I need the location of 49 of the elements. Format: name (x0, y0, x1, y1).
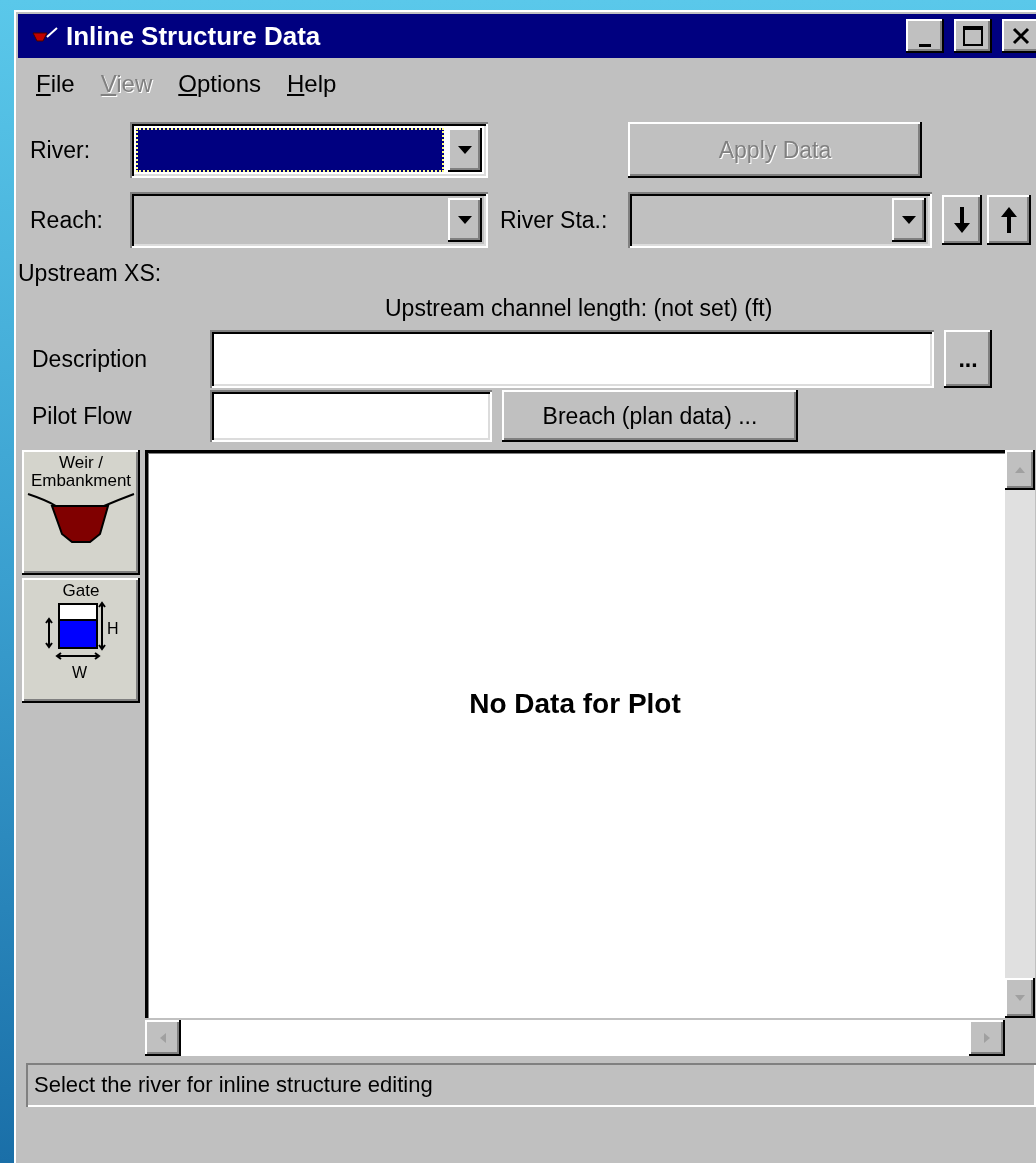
maximize-button[interactable] (954, 19, 992, 53)
scroll-left-button[interactable] (145, 1020, 181, 1056)
move-up-button[interactable] (987, 195, 1031, 245)
menu-item[interactable]: File (36, 70, 75, 108)
close-button[interactable] (1002, 19, 1036, 53)
height-label: H (107, 620, 119, 637)
window-title: Inline Structure Data (66, 20, 322, 52)
gate-icon (45, 601, 106, 660)
upstream-xs-label: Upstream XS: (18, 260, 163, 287)
gate-button[interactable]: Gate H W (22, 578, 140, 703)
description-label: Description (32, 345, 149, 373)
dropdown-arrow-icon (902, 216, 916, 224)
maximize-icon (962, 25, 984, 47)
down-arrow-icon (954, 207, 970, 233)
minimize-button[interactable] (906, 19, 944, 53)
status-text: Select the river for inline structure editing (34, 1072, 433, 1098)
scroll-up-button[interactable] (1005, 450, 1035, 490)
dropdown-button[interactable] (448, 128, 482, 172)
menu-item[interactable]: Help (287, 70, 337, 108)
scroll-right-button[interactable] (969, 1020, 1005, 1056)
more-button[interactable]: ... (944, 330, 992, 388)
description-field[interactable] (210, 330, 934, 388)
dropdown-field[interactable] (130, 122, 488, 178)
up-arrow-icon (1001, 207, 1017, 233)
reach-label: Reach: (30, 206, 104, 234)
width-label: W (72, 664, 88, 681)
no-data-message: No Data for Plot (469, 688, 681, 720)
minimize-icon (919, 43, 931, 47)
river-label: River: (30, 136, 92, 164)
pilot-flow-field[interactable] (210, 390, 492, 442)
weir-embankment-button[interactable]: Weir / Embankment (22, 450, 140, 575)
river-station-label: River Sta.: (500, 206, 609, 234)
app-icon (32, 27, 58, 45)
scroll-arrow-icon (982, 1033, 992, 1043)
scroll-arrow-icon (158, 1033, 168, 1043)
scroll-arrow-icon (1015, 465, 1025, 475)
horizontal-scrollbar[interactable] (145, 1018, 1005, 1056)
embankment-icon (26, 490, 136, 546)
close-icon (1011, 26, 1031, 46)
pilot-flow-label: Pilot Flow (32, 402, 133, 430)
upstream-length-text: Upstream channel length: (not set) (ft) (384, 295, 774, 322)
scroll-arrow-icon (1015, 993, 1025, 1003)
menu-item[interactable]: Options (178, 70, 261, 108)
breach-button[interactable]: Breach (plan data) ... (502, 390, 798, 442)
dropdown-arrow-icon (458, 146, 472, 154)
vertical-scrollbar[interactable] (1005, 450, 1035, 1018)
move-down-button[interactable] (942, 195, 982, 245)
scroll-down-button[interactable] (1005, 978, 1035, 1018)
dropdown-arrow-icon (458, 216, 472, 224)
